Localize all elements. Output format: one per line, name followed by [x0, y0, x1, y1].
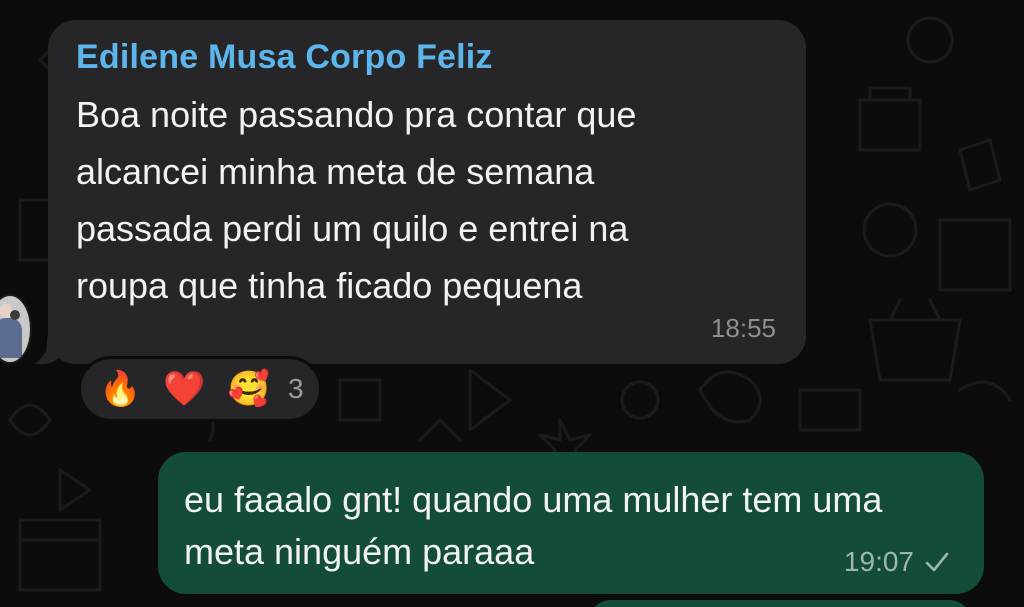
heart-reaction-icon: ❤️ — [163, 370, 206, 408]
outgoing-message-meta: 19:07 — [844, 546, 950, 578]
sender-name[interactable]: Edilene Musa Corpo Feliz — [76, 38, 493, 77]
next-outgoing-message-bubble[interactable] — [590, 600, 970, 607]
incoming-message-bubble[interactable]: Edilene Musa Corpo Feliz Boa noite passa… — [34, 20, 806, 364]
message-timestamp: 19:07 — [843, 546, 914, 577]
chat-area[interactable]: Edilene Musa Corpo Feliz Boa noite passa… — [0, 0, 1024, 607]
outgoing-message-bubble[interactable]: eu faaalo gnt! quando uma mulher tem uma… — [158, 452, 984, 594]
fire-reaction-icon: 🔥 — [99, 370, 142, 408]
smiling-hearts-reaction-icon: 🥰 — [227, 370, 271, 408]
single-check-icon — [925, 552, 949, 572]
message-timestamp: 18:55 — [710, 313, 776, 343]
reaction-count: 3 — [288, 373, 304, 404]
incoming-message-text: Boa noite passando pra contar que alcanc… — [76, 94, 637, 306]
reactions-pill[interactable]: 🔥 ❤️ 🥰 3 — [78, 356, 322, 422]
